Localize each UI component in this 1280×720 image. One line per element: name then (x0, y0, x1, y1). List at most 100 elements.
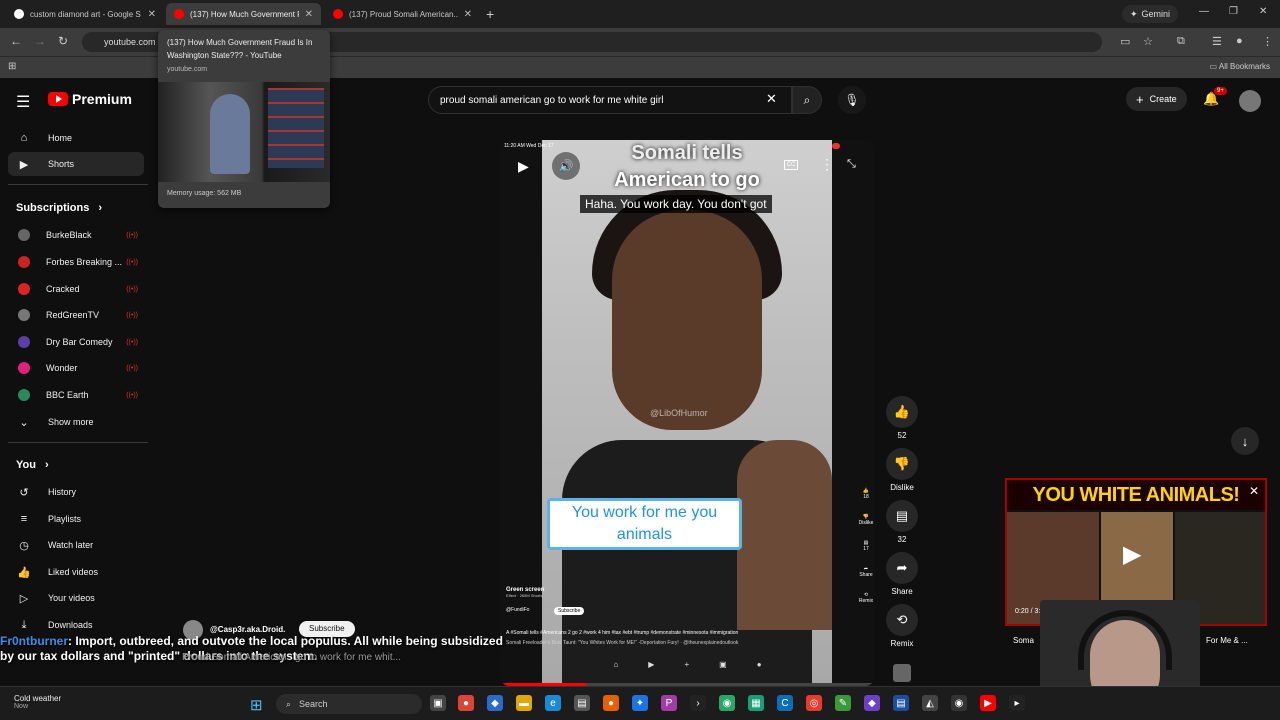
edge-icon[interactable]: e (545, 695, 561, 711)
subscription-item[interactable]: BurkeBlack ((•)) (8, 223, 144, 247)
vscode-icon[interactable]: ◆ (487, 695, 503, 711)
sidebar-item-playlists[interactable]: ≡ Playlists (8, 507, 144, 531)
app-icon[interactable]: P (661, 695, 677, 711)
show-more-button[interactable]: ⌄ Show more (8, 410, 144, 434)
search-button[interactable]: ⌕ (792, 86, 822, 114)
all-bookmarks-button[interactable]: ▭ All Bookmarks (1210, 62, 1270, 71)
sidebar-item-watch-later[interactable]: ◷ Watch later (8, 533, 144, 557)
bookmark-star-icon[interactable]: ☆ (1143, 35, 1153, 48)
you-icon: ● (756, 660, 762, 669)
file-explorer-icon[interactable]: ▬ (516, 695, 532, 711)
window-close-icon[interactable]: ✕ (1259, 6, 1267, 17)
app-icon[interactable]: C (777, 695, 793, 711)
taskbar-search[interactable]: ⌕ Search (276, 694, 422, 714)
app-icon[interactable]: ✎ (835, 695, 851, 711)
tab-proud-somali[interactable]: (137) Proud Somali American... ✕ (325, 3, 480, 25)
messenger-icon[interactable]: ✦ (632, 695, 648, 711)
minimize-icon[interactable]: — (1199, 6, 1209, 17)
forward-icon[interactable]: → (34, 34, 46, 48)
shorts-player[interactable]: Somali tells American to go Haha. You wo… (500, 140, 875, 686)
profile-icon[interactable]: ● (1236, 35, 1243, 47)
extensions-icon[interactable]: ⧉ (1177, 35, 1185, 48)
sidebar-item-your-videos[interactable]: ▷ Your videos (8, 586, 144, 610)
subscribe-button[interactable]: Subscribe (554, 607, 585, 615)
hover-card-thumbnail (158, 82, 330, 182)
play-icon[interactable]: ▶ (518, 158, 529, 175)
remix-button[interactable]: ⟲ Remix (884, 604, 920, 648)
app-icon[interactable]: ◭ (922, 695, 938, 711)
chrome-icon[interactable]: ● (458, 695, 474, 711)
ticker-name: Fr0ntburner (0, 634, 69, 648)
sound-thumbnail[interactable] (893, 664, 911, 682)
clear-search-icon[interactable]: ✕ (766, 91, 777, 107)
collapse-icon[interactable]: ⤡ (847, 158, 856, 171)
weather-widget[interactable]: Cold weather Now (14, 694, 61, 710)
close-icon[interactable]: ✕ (305, 9, 313, 20)
sidebar-item-home[interactable]: ⌂ Home (8, 126, 144, 150)
close-icon[interactable]: ✕ (1249, 484, 1259, 498)
search-input[interactable]: proud somali american go to work for me … (428, 86, 792, 114)
sidebar-item-liked-videos[interactable]: 👍 Liked videos (8, 560, 144, 584)
next-short-button[interactable]: ↓ (1231, 427, 1259, 455)
sidebar-item-label: Playlists (48, 514, 82, 524)
kebab-menu-icon[interactable]: ⋮ (1262, 35, 1273, 48)
sidebar-item-history[interactable]: ↺ History (8, 480, 144, 504)
windows-start-icon[interactable]: ⊞ (250, 696, 263, 714)
subscription-item[interactable]: Wonder ((•)) (8, 356, 144, 380)
maximize-icon[interactable]: ❐ (1229, 6, 1238, 17)
dislike-button[interactable]: 👎 Dislike (884, 448, 920, 492)
apps-grid-icon[interactable]: ⊞ (8, 61, 16, 72)
subscription-item[interactable]: BBC Earth ((•)) (8, 383, 144, 407)
app-icon[interactable]: ◎ (806, 695, 822, 711)
search-icon: ⌕ (803, 92, 811, 107)
app-icon[interactable]: ◆ (864, 695, 880, 711)
channel-handle[interactable]: @FundiFo (506, 607, 529, 613)
play-icon[interactable]: ▶ (1123, 540, 1141, 569)
tab-government-fraud[interactable]: (137) How Much Government F ✕ (166, 3, 321, 25)
hamburger-menu-icon[interactable]: ☰ (16, 92, 30, 112)
reload-icon[interactable]: ↻ (58, 34, 68, 48)
you-heading[interactable]: You › (16, 459, 49, 471)
firefox-icon[interactable]: ● (603, 695, 619, 711)
subscriptions-heading[interactable]: Subscriptions › (16, 202, 102, 214)
account-avatar[interactable] (1239, 90, 1261, 112)
cast-icon[interactable]: ▭ (1120, 35, 1130, 48)
like-button[interactable]: 👍 52 (884, 396, 920, 440)
channel-avatar (18, 229, 30, 241)
captions-icon[interactable]: CC (784, 160, 798, 170)
gemini-label: Gemini (1141, 9, 1171, 19)
close-icon[interactable]: ✕ (464, 9, 472, 20)
more-options-icon[interactable]: ⋮ (820, 156, 834, 173)
weather-sub: Now (14, 703, 29, 710)
subscription-item[interactable]: Forbes Breaking ... ((•)) (8, 250, 144, 274)
subscription-item[interactable]: RedGreenTV ((•)) (8, 303, 144, 327)
channel-avatar (18, 362, 30, 374)
voice-search-button[interactable]: 🎙 (838, 86, 866, 114)
channel-avatar (18, 283, 30, 295)
subscription-item[interactable]: Dry Bar Comedy ((•)) (8, 330, 144, 354)
volume-icon[interactable]: 🔊 (552, 152, 580, 180)
app-icon[interactable]: ▦ (748, 695, 764, 711)
sidebar-item-shorts[interactable]: ▶ Shorts (8, 152, 144, 176)
tab-google-search[interactable]: custom diamond art - Google S ✕ (6, 3, 164, 25)
app-icon[interactable]: ▤ (893, 695, 909, 711)
store-icon[interactable]: ▤ (574, 695, 590, 711)
obs-icon[interactable]: ◉ (951, 695, 967, 711)
task-view-icon[interactable]: ▣ (430, 695, 446, 711)
terminal-icon[interactable]: › (690, 695, 706, 711)
back-icon[interactable]: ← (10, 34, 22, 48)
youtube-icon[interactable]: ▶ (980, 695, 996, 711)
new-tab-icon[interactable]: + (486, 6, 494, 22)
share-button[interactable]: ➦ Share (884, 552, 920, 596)
effect-label[interactable]: Green screen Effect · 265M Shorts (506, 587, 544, 598)
gemini-button[interactable]: ✦ Gemini (1122, 5, 1179, 23)
app-icon[interactable]: ▸ (1009, 695, 1025, 711)
subscription-item[interactable]: Cracked ((•)) (8, 277, 144, 301)
video-frame[interactable]: Somali tells American to go Haha. You wo… (542, 140, 832, 686)
tab-search-icon[interactable]: ☰ (1212, 35, 1222, 48)
comments-button[interactable]: ▤ 32 (884, 500, 920, 544)
app-icon[interactable]: ◉ (719, 695, 735, 711)
create-button[interactable]: + Create (1126, 87, 1187, 111)
youtube-logo[interactable]: Premium (48, 91, 132, 107)
close-icon[interactable]: ✕ (148, 9, 156, 20)
